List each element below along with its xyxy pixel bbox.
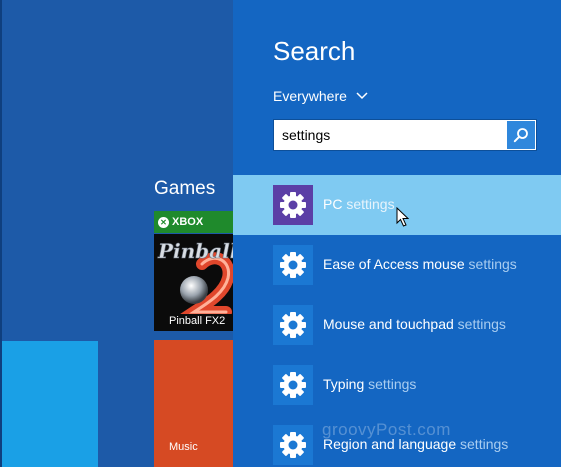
pinball-artwork: Pinball: [154, 234, 233, 314]
gear-icon: [280, 312, 306, 338]
pinball-tile-label: Pinball FX2: [169, 315, 226, 327]
mouse-cursor-icon: [396, 207, 410, 227]
gear-icon: [280, 432, 306, 458]
search-input[interactable]: [274, 120, 506, 150]
result-label-match: settings: [368, 376, 417, 392]
result-label-prefix: Ease of Access mouse: [323, 256, 469, 272]
search-box: [273, 119, 537, 151]
gear-icon: [280, 372, 306, 398]
search-button[interactable]: [507, 121, 535, 149]
result-label-match: settings: [460, 436, 509, 452]
result-label-prefix: PC: [323, 196, 347, 212]
result-ease-of-access-mouse-settings[interactable]: Ease of Access mouse settings: [233, 235, 561, 295]
start-screen: Games ✕ XBOX Pinball Pinball FX2 Music: [0, 0, 233, 467]
xbox-logo-icon: ✕: [158, 216, 169, 228]
watermark: groovyPost.com: [322, 420, 451, 439]
search-scope-dropdown[interactable]: Everywhere: [273, 88, 368, 104]
result-icon-tile: [273, 365, 313, 405]
result-label: PC settings: [323, 196, 395, 212]
gear-icon: [280, 192, 306, 218]
result-label-match: settings: [457, 316, 506, 332]
gear-icon: [280, 252, 306, 278]
result-label-prefix: Mouse and touchpad: [323, 316, 458, 332]
result-icon-tile: [273, 245, 313, 285]
result-icon-tile: [273, 185, 313, 225]
xbox-badge-label: XBOX: [172, 216, 204, 228]
pane-title: Search: [273, 36, 356, 66]
result-label: Typing settings: [323, 376, 416, 392]
pinball-logo-text: Pinball: [157, 239, 233, 263]
cyan-tile[interactable]: [2, 341, 98, 467]
result-label: Mouse and touchpad settings: [323, 316, 506, 332]
search-pane: Search Everywhere settings PC settings E…: [233, 0, 561, 467]
pinball-fx2-tile[interactable]: Pinball Pinball FX2: [154, 234, 233, 331]
music-tile-label: Music: [169, 441, 198, 453]
xbox-badge: ✕ XBOX: [154, 211, 233, 233]
result-label-prefix: Typing: [323, 376, 369, 392]
result-label-match: settings: [346, 196, 395, 212]
result-icon-tile: [273, 305, 313, 345]
chevron-down-icon: [356, 92, 368, 100]
result-mouse-and-touchpad-settings[interactable]: Mouse and touchpad settings: [233, 295, 561, 355]
magnifier-icon: [513, 128, 528, 143]
music-tile[interactable]: Music: [154, 340, 233, 467]
result-label: Ease of Access mouse settings: [323, 256, 517, 272]
result-label-match: settings: [468, 256, 517, 272]
result-icon-tile: [273, 425, 313, 465]
result-typing-settings[interactable]: Typing settings: [233, 355, 561, 415]
search-scope-label: Everywhere: [273, 88, 347, 104]
tile-group-label: Games: [154, 178, 216, 199]
